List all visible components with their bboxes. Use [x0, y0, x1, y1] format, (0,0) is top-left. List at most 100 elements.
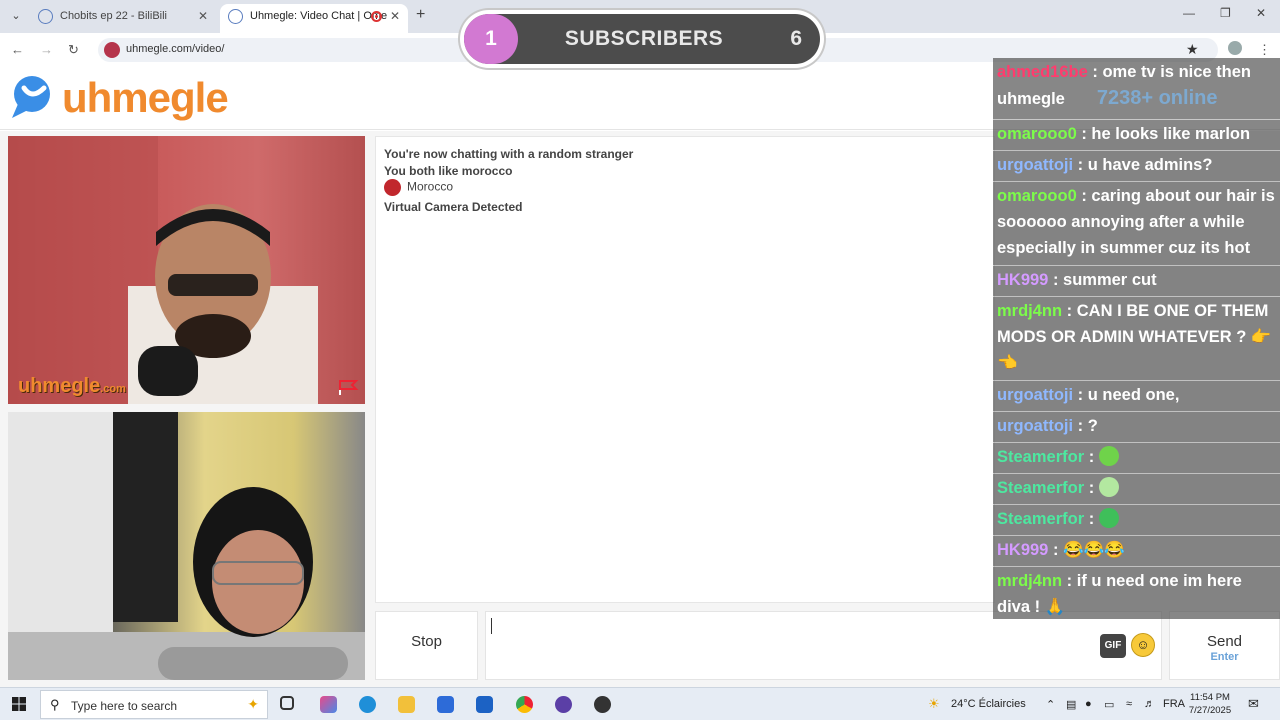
recording-icon: [371, 11, 382, 22]
stream-chat-overlay: ahmed16be : ome tv is nice then uhmegle 7…: [993, 58, 1280, 619]
gif-button[interactable]: GIF: [1100, 634, 1126, 658]
windows-start-icon[interactable]: [12, 697, 26, 711]
clock-time: 11:54 PM: [1190, 692, 1230, 703]
subscriber-label: SUBSCRIBERS: [564, 27, 724, 50]
stream-chat-message: omarooo0 : caring about our hair is sooo…: [993, 182, 1280, 265]
site-info-icon[interactable]: [104, 42, 120, 58]
bookmark-star-icon[interactable]: ★: [1186, 41, 1199, 58]
stranger-country: Morocco: [384, 179, 453, 196]
search-placeholder: Type here to search: [71, 699, 178, 713]
chrome-icon[interactable]: [516, 696, 533, 713]
send-label: Send: [1206, 633, 1243, 650]
chat-controls: Stop GIF ☺ Send Enter: [375, 611, 1280, 680]
chat-username: mrdj4nn: [997, 302, 1063, 320]
stream-chat-message: urgoattoji : ?: [993, 412, 1280, 442]
back-icon[interactable]: ←: [11, 42, 24, 57]
chat-message-text: : 😂😂😂: [1048, 541, 1125, 559]
chat-message-text: :: [1084, 510, 1099, 528]
taskbar-search[interactable]: ⚲ Type here to search ✦: [40, 690, 268, 719]
file-explorer-icon[interactable]: [398, 696, 415, 713]
language-indicator[interactable]: FRA: [1163, 698, 1185, 710]
more-menu-icon[interactable]: ⋮: [1258, 42, 1271, 58]
send-button[interactable]: Send Enter: [1169, 611, 1280, 680]
chat-username: urgoattoji: [997, 156, 1074, 174]
search-icon: ⚲: [50, 697, 60, 712]
minimize-icon[interactable]: —: [1183, 6, 1195, 20]
app-icon[interactable]: [555, 696, 572, 713]
tray-expand-icon[interactable]: ⌃: [1046, 698, 1055, 711]
chat-username: Steamerfor: [997, 448, 1085, 466]
battery-icon[interactable]: ▭: [1104, 698, 1114, 711]
stream-chat-message: Steamerfor :: [993, 505, 1280, 535]
stream-chat-message: urgoattoji : u have admins?: [993, 151, 1280, 181]
close-window-icon[interactable]: ✕: [1256, 6, 1266, 20]
chat-message-text: : he looks like marlon: [1076, 125, 1251, 143]
stream-chat-message: Steamerfor :: [993, 474, 1280, 504]
edge-icon[interactable]: [359, 696, 376, 713]
network-icon[interactable]: ▤: [1066, 698, 1076, 711]
stream-chat-message: ahmed16be : ome tv is nice then uhmegle 7…: [993, 58, 1280, 119]
stranger-video: uhmegle.com: [8, 136, 365, 404]
new-tab-button[interactable]: +: [416, 6, 425, 24]
emoji-picker-icon[interactable]: ☺: [1131, 633, 1155, 657]
chat-message-text: : u have admins?: [1073, 156, 1213, 174]
chat-username: urgoattoji: [997, 386, 1074, 404]
profile-avatar-icon[interactable]: [1228, 41, 1242, 55]
store-icon[interactable]: [437, 696, 454, 713]
emote-icon: [1098, 508, 1119, 528]
chat-message-text: : u need one,: [1073, 386, 1180, 404]
stop-button[interactable]: Stop: [375, 611, 478, 680]
chat-username: omarooo0: [997, 187, 1077, 205]
subscriber-counter-overlay: 1 SUBSCRIBERS 6: [460, 10, 824, 68]
stream-chat-message: mrdj4nn : if u need one im here diva ! 🙏: [993, 567, 1280, 619]
uhmegle-watermark: uhmegle.com: [18, 375, 126, 397]
subscriber-goal: 6: [790, 27, 802, 50]
outlook-icon[interactable]: [476, 696, 493, 713]
stream-chat-message: Steamerfor :: [993, 443, 1280, 473]
chat-message-text: :: [1084, 479, 1099, 497]
obs-icon[interactable]: [594, 696, 611, 713]
chat-username: urgoattoji: [997, 417, 1074, 435]
task-view-icon[interactable]: [280, 696, 294, 710]
send-shortcut-hint: Enter: [1210, 651, 1239, 663]
globe-icon: [228, 9, 243, 24]
taskbar-clock[interactable]: 11:54 PM 7/27/2025: [1186, 691, 1234, 717]
notifications-icon[interactable]: ✉: [1248, 696, 1259, 712]
site-logo-text[interactable]: uhmegle: [62, 74, 229, 122]
forward-icon[interactable]: →: [40, 42, 53, 57]
wifi-icon[interactable]: ≈: [1126, 698, 1132, 710]
weather-icon: ☀: [928, 696, 940, 711]
text-caret: [491, 618, 492, 634]
close-icon[interactable]: ✕: [198, 4, 208, 29]
chat-username: mrdj4nn: [997, 572, 1063, 590]
url-text: uhmegle.com/video/: [126, 43, 225, 55]
volume-icon[interactable]: ♬: [1144, 698, 1155, 710]
log-common-interest: You both like morocco: [384, 164, 513, 178]
tab-bilibili[interactable]: Chobits ep 22 - BiliBili ✕: [30, 4, 216, 33]
reload-icon[interactable]: ↻: [68, 42, 79, 58]
chat-username: Steamerfor: [997, 510, 1085, 528]
message-input[interactable]: GIF ☺: [485, 611, 1162, 680]
microphone-icon[interactable]: ●: [1085, 698, 1092, 710]
stream-chat-message: omarooo0 : he looks like marlon: [993, 120, 1280, 150]
tab-title: Chobits ep 22 - BiliBili: [60, 10, 167, 22]
restore-icon[interactable]: ❐: [1220, 6, 1231, 20]
log-virtual-camera: Virtual Camera Detected: [384, 200, 523, 214]
log-connected-message: You're now chatting with a random strang…: [384, 147, 634, 161]
report-flag-icon[interactable]: [337, 378, 359, 396]
weather-text[interactable]: 24°C Éclaircies: [951, 698, 1026, 710]
copilot-icon[interactable]: [320, 696, 337, 713]
chat-username: ahmed16be: [997, 63, 1088, 81]
stream-chat-message: urgoattoji : u need one,: [993, 381, 1280, 411]
close-icon[interactable]: ✕: [390, 4, 400, 29]
uhmegle-logo-icon[interactable]: [10, 74, 58, 122]
morocco-flag-icon: [384, 179, 401, 196]
stranger-video-feed: [8, 136, 318, 404]
tab-uhmegle[interactable]: Uhmegle: Video Chat | Ome ✕: [220, 4, 408, 33]
windows-taskbar: ⚲ Type here to search ✦ ☀ 24°C Éclaircie…: [0, 687, 1280, 720]
stream-chat-message: HK999 : summer cut: [993, 266, 1280, 296]
tab-search-icon[interactable]: ⌄: [8, 8, 24, 24]
clock-date: 7/27/2025: [1188, 705, 1232, 716]
chat-username: omarooo0: [997, 125, 1077, 143]
globe-icon: [38, 9, 53, 24]
